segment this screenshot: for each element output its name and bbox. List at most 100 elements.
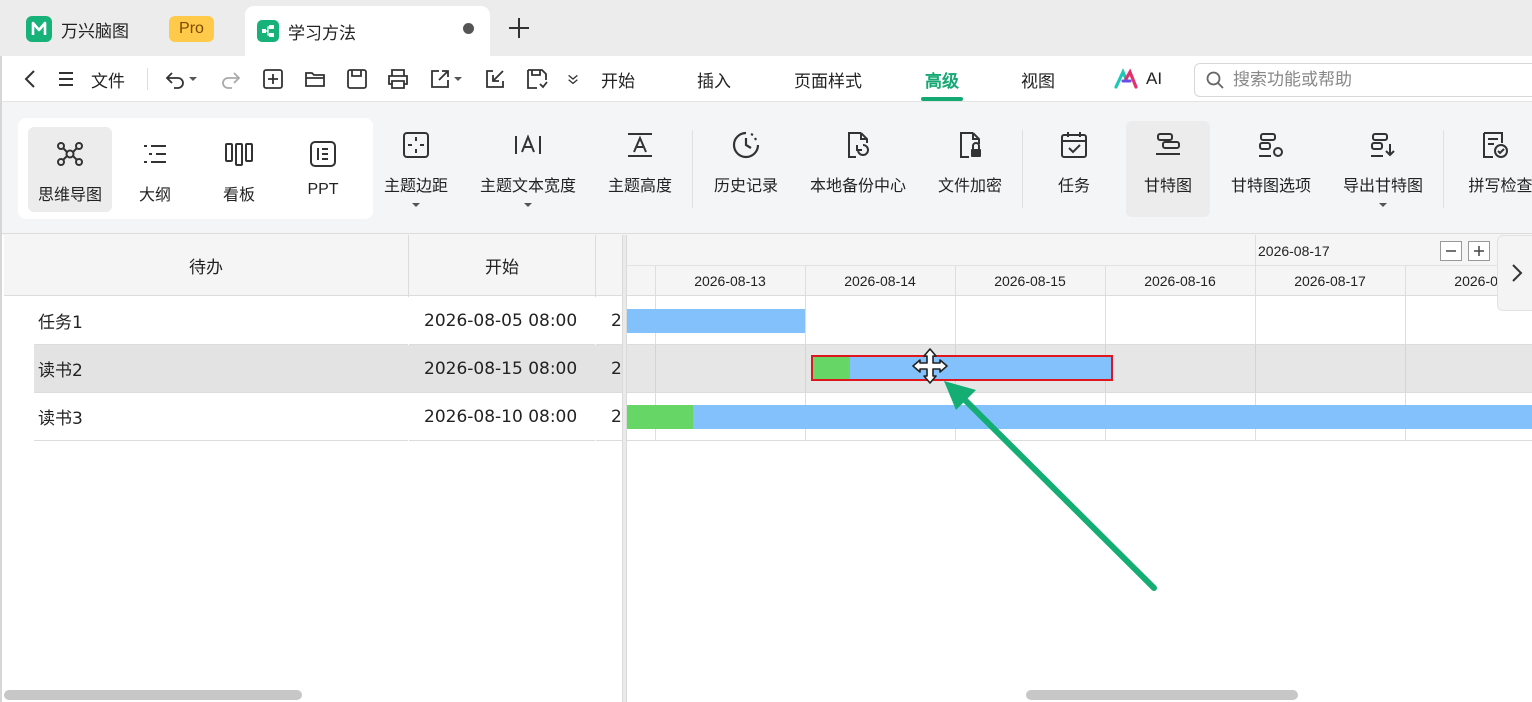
table-horizontal-scrollbar[interactable]: [4, 690, 302, 700]
title-tab-bar: 万兴脑图 Pro 学习方法: [0, 0, 1532, 56]
export-gantt-button[interactable]: 导出甘特图: [1334, 122, 1432, 222]
undo-button[interactable]: [164, 56, 198, 102]
zoom-in-button[interactable]: [1468, 241, 1490, 261]
local-backup-button[interactable]: 本地备份中心: [800, 122, 916, 222]
history-button[interactable]: 历史记录: [706, 122, 786, 222]
ai-button[interactable]: AI: [1114, 56, 1162, 102]
topic-margin-dropdown-icon[interactable]: [411, 202, 421, 208]
open-folder-button[interactable]: [304, 56, 326, 102]
unsaved-indicator-icon[interactable]: [463, 23, 474, 34]
export-gantt-label: 导出甘特图: [1342, 176, 1423, 195]
topic-text-width-dropdown-icon[interactable]: [523, 202, 533, 208]
kanban-icon: [225, 143, 253, 166]
gantt-task-bar[interactable]: [812, 357, 1112, 381]
column-header-end[interactable]: [596, 235, 622, 296]
task-button[interactable]: 任务: [1036, 122, 1112, 222]
start-date-cell[interactable]: 2026-08-10 08:00: [409, 393, 595, 441]
document-mindmap-icon: [257, 20, 279, 42]
gantt-options-button[interactable]: 甘特图选项: [1222, 122, 1320, 222]
start-date-cell[interactable]: 2026-08-15 08:00: [409, 345, 595, 393]
gantt-day-header: 2026-08-13 2026-08-14 2026-08-15 2026-08-16…: [627, 266, 1532, 296]
lock-file-icon: [960, 132, 981, 158]
app-name: 万兴脑图: [61, 21, 129, 42]
zoom-out-button[interactable]: [1440, 241, 1462, 261]
menu-tab-insert[interactable]: 插入: [680, 56, 748, 102]
minus-icon: [1446, 250, 1456, 252]
menu-tab-view[interactable]: 视图: [1004, 56, 1072, 102]
more-tools-button[interactable]: [565, 56, 581, 102]
export-dropdown-icon[interactable]: [453, 76, 463, 82]
import-button[interactable]: [484, 56, 506, 102]
undo-dropdown-icon[interactable]: [188, 76, 198, 82]
end-date-cell[interactable]: 2: [596, 393, 622, 441]
gantt-horizontal-scrollbar[interactable]: [1026, 690, 1298, 700]
gantt-task-bar[interactable]: [627, 309, 805, 333]
save-button[interactable]: [346, 56, 368, 102]
day-label: 2026-08-15: [994, 273, 1066, 289]
export-icon: [431, 70, 449, 88]
task-name-cell[interactable]: 读书2: [34, 345, 408, 393]
topic-margin-button[interactable]: 主题边距: [378, 122, 454, 222]
day-label: 2026-08-13: [694, 273, 766, 289]
back-button[interactable]: [20, 56, 42, 102]
topic-height-label: 主题高度: [607, 176, 672, 195]
gantt-scroll-right-button[interactable]: [1497, 235, 1532, 311]
end-date-cell[interactable]: 2: [596, 297, 622, 345]
menu-tab-page-style[interactable]: 页面样式: [780, 56, 876, 102]
gantt-progress-bar[interactable]: [627, 405, 693, 429]
new-file-button[interactable]: [262, 56, 284, 102]
gantt-options-label: 甘特图选项: [1230, 176, 1311, 195]
task-name-cell[interactable]: 读书3: [34, 393, 408, 441]
task-name-cell[interactable]: 任务1: [34, 297, 408, 345]
import-icon: [486, 70, 504, 88]
app-logo-icon: [26, 16, 52, 42]
redo-button[interactable]: [220, 56, 242, 102]
gantt-icon: [1156, 133, 1180, 155]
start-date-cell[interactable]: 2026-08-05 08:00: [409, 297, 595, 345]
search-input[interactable]: [1233, 70, 1513, 90]
day-label: 2026-08-16: [1144, 273, 1216, 289]
spell-check-icon: [1482, 132, 1508, 158]
export-button[interactable]: [429, 56, 463, 102]
spell-check-button[interactable]: 拼写检查: [1455, 122, 1532, 222]
advanced-ribbon: 思维导图 大纲 看板 PPT 主题边距 主题文本宽度 主题高度 历史记录 本地备…: [0, 102, 1532, 234]
save-as-button[interactable]: [526, 56, 548, 102]
week-label: 2026-08-17: [1258, 242, 1330, 259]
chevron-down-icon: [568, 74, 578, 85]
spell-check-label: 拼写检查: [1468, 176, 1532, 195]
column-header-start[interactable]: 开始: [409, 235, 595, 296]
view-ppt-button[interactable]: PPT: [281, 127, 365, 212]
local-backup-label: 本地备份中心: [809, 176, 906, 195]
file-menu-button[interactable]: 文件: [55, 56, 125, 102]
topic-text-width-button[interactable]: 主题文本宽度: [470, 122, 586, 222]
column-header-todo[interactable]: 待办: [4, 235, 408, 296]
end-date-cell[interactable]: 2: [596, 345, 622, 393]
text-width-icon: [515, 134, 541, 154]
print-button[interactable]: [387, 56, 409, 102]
pro-badge[interactable]: Pro: [169, 16, 214, 42]
gantt-label: 甘特图: [1143, 176, 1192, 195]
gantt-settings-icon: [1259, 133, 1283, 157]
menu-tab-start[interactable]: 开始: [584, 56, 652, 102]
gantt-button[interactable]: 甘特图: [1126, 121, 1210, 217]
new-file-plus-icon: [263, 69, 283, 89]
search-box[interactable]: [1194, 63, 1532, 97]
view-outline-button[interactable]: 大纲: [113, 127, 197, 212]
history-clock-icon: [732, 131, 760, 159]
topic-height-button[interactable]: 主题高度: [600, 122, 680, 222]
ai-label: AI: [1146, 69, 1163, 88]
window-left-edge: [0, 56, 2, 702]
file-encrypt-button[interactable]: 文件加密: [930, 122, 1010, 222]
day-label: 2026-08-17: [1294, 273, 1366, 289]
tab-app-home[interactable]: 万兴脑图 Pro: [14, 6, 236, 52]
menu-tab-advanced[interactable]: 高级: [908, 56, 976, 102]
view-kanban-button[interactable]: 看板: [197, 127, 281, 212]
gantt-task-bar[interactable]: [627, 405, 1532, 429]
file-encrypt-label: 文件加密: [937, 176, 1002, 195]
gantt-progress-bar[interactable]: [812, 357, 850, 381]
tab-document[interactable]: 学习方法: [245, 6, 490, 56]
printer-icon: [388, 69, 408, 89]
export-gantt-dropdown-icon[interactable]: [1378, 202, 1388, 208]
new-tab-plus-icon[interactable]: [504, 13, 534, 43]
view-mindmap-button[interactable]: 思维导图: [28, 127, 112, 212]
